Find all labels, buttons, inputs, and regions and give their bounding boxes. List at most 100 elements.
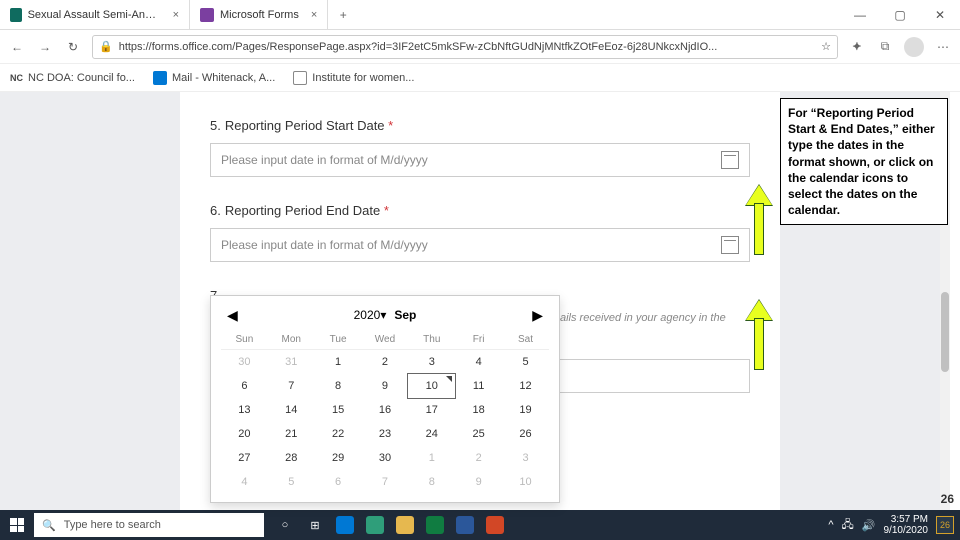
notification-center[interactable]: 26 — [936, 516, 954, 534]
tab-1[interactable]: Sexual Assault Semi-Annual Stat × — [0, 0, 190, 29]
calendar-day[interactable]: 30 — [221, 350, 268, 375]
calendar-day[interactable]: 10 — [408, 374, 455, 398]
calendar-day[interactable]: 28 — [268, 446, 315, 470]
dow-header: Fri — [455, 330, 502, 350]
bookmark-star-icon[interactable]: ☆ — [821, 40, 831, 53]
calendar-day[interactable]: 30 — [362, 446, 409, 470]
taskbar-search[interactable]: 🔍 Type here to search — [34, 513, 264, 537]
favorites-button[interactable]: ⯌ — [848, 39, 866, 54]
tab-close-icon[interactable]: × — [173, 9, 179, 21]
calendar-day[interactable]: 17 — [408, 398, 455, 422]
partial-text: ails received in your agency in the — [560, 312, 726, 324]
task-view-button[interactable]: ⊞ — [300, 510, 330, 540]
calendar-day[interactable]: 9 — [455, 470, 502, 494]
calendar-day[interactable]: 25 — [455, 422, 502, 446]
calendar-day[interactable]: 18 — [455, 398, 502, 422]
cortana-button[interactable]: ○ — [270, 510, 300, 540]
profile-avatar[interactable] — [904, 37, 924, 57]
outlook-icon — [336, 516, 354, 534]
taskbar-app-word[interactable] — [450, 510, 480, 540]
taskbar-app-edge[interactable] — [360, 510, 390, 540]
calendar-day[interactable]: 10 — [502, 470, 549, 494]
calendar-day[interactable]: 9 — [362, 374, 409, 398]
calendar-day[interactable]: 3 — [408, 350, 455, 375]
reload-button[interactable]: ↻ — [64, 40, 82, 54]
maximize-button[interactable]: ▢ — [880, 0, 920, 29]
bookmark-item[interactable]: Mail - Whitenack, A... — [153, 71, 275, 85]
tray-overflow-icon[interactable]: ^ — [828, 519, 833, 531]
close-window-button[interactable]: ✕ — [920, 0, 960, 29]
calendar-day[interactable]: 29 — [315, 446, 362, 470]
tab-2[interactable]: Microsoft Forms × — [190, 0, 328, 29]
calendar-day[interactable]: 27 — [221, 446, 268, 470]
question-text: Reporting Period Start Date — [225, 118, 385, 133]
calendar-day[interactable]: 26 — [502, 422, 549, 446]
forward-button[interactable]: → — [36, 40, 54, 54]
calendar-day[interactable]: 7 — [268, 374, 315, 398]
calendar-day[interactable]: 12 — [502, 374, 549, 398]
calendar-day[interactable]: 22 — [315, 422, 362, 446]
calendar-icon[interactable] — [721, 151, 739, 169]
calendar-day[interactable]: 20 — [221, 422, 268, 446]
clock[interactable]: 3:57 PM 9/10/2020 — [884, 514, 929, 536]
calendar-day[interactable]: 14 — [268, 398, 315, 422]
start-button[interactable] — [0, 518, 34, 532]
calendar-day[interactable]: 1 — [315, 350, 362, 375]
question-text: Reporting Period End Date — [225, 203, 380, 218]
start-date-input[interactable] — [221, 153, 721, 167]
calendar-day[interactable]: 23 — [362, 422, 409, 446]
bookmark-item[interactable]: Institute for women... — [293, 71, 414, 85]
calendar-day[interactable]: 19 — [502, 398, 549, 422]
edge-icon — [366, 516, 384, 534]
calendar-day[interactable]: 13 — [221, 398, 268, 422]
calendar-icon[interactable] — [721, 236, 739, 254]
calendar-day[interactable]: 3 — [502, 446, 549, 470]
bookmark-item[interactable]: NC NC DOA: Council fo... — [10, 72, 135, 84]
calendar-day[interactable]: 1 — [408, 446, 455, 470]
prev-month-button[interactable]: ◀ — [227, 307, 238, 324]
tab-favicon — [10, 8, 22, 22]
more-menu-button[interactable]: ⋯ — [934, 40, 952, 54]
scrollbar-thumb[interactable] — [941, 292, 949, 372]
dow-header: Mon — [268, 330, 315, 350]
taskbar-app-explorer[interactable] — [390, 510, 420, 540]
back-button[interactable]: ← — [8, 40, 26, 54]
new-tab-button[interactable]: + — [328, 0, 358, 29]
calendar-day[interactable]: 6 — [315, 470, 362, 494]
taskbar-app-excel[interactable] — [420, 510, 450, 540]
tab-close-icon[interactable]: × — [311, 9, 317, 21]
calendar-day[interactable]: 24 — [408, 422, 455, 446]
year-select[interactable]: 2020 ▾ — [354, 308, 387, 322]
calendar-day[interactable]: 21 — [268, 422, 315, 446]
minimize-button[interactable]: — — [840, 0, 880, 29]
calendar-day[interactable]: 2 — [455, 446, 502, 470]
calendar-day[interactable]: 11 — [455, 374, 502, 398]
network-icon[interactable]: 🖧 — [842, 516, 854, 535]
taskbar-app-outlook[interactable] — [330, 510, 360, 540]
calendar-day[interactable]: 8 — [408, 470, 455, 494]
collections-button[interactable]: ⧉ — [876, 39, 894, 54]
calendar-day[interactable]: 2 — [362, 350, 409, 375]
calendar-day[interactable]: 4 — [221, 470, 268, 494]
bookmark-label: NC DOA: Council fo... — [28, 72, 135, 84]
calendar-day[interactable]: 31 — [268, 350, 315, 375]
address-bar: ← → ↻ 🔒 https://forms.office.com/Pages/R… — [0, 30, 960, 64]
next-month-button[interactable]: ▶ — [532, 307, 543, 324]
calendar-day[interactable]: 4 — [455, 350, 502, 375]
volume-icon[interactable]: 🔊 — [862, 519, 876, 532]
calendar-day[interactable]: 16 — [362, 398, 409, 422]
url-input[interactable]: 🔒 https://forms.office.com/Pages/Respons… — [92, 35, 838, 59]
calendar-day[interactable]: 6 — [221, 374, 268, 398]
calendar-day[interactable]: 15 — [315, 398, 362, 422]
end-date-input[interactable] — [221, 238, 721, 252]
calendar-day[interactable]: 8 — [315, 374, 362, 398]
month-label[interactable]: Sep — [394, 308, 416, 322]
annotation-arrow — [750, 300, 768, 370]
date-picker-header: ◀ 2020 ▾ Sep ▶ — [221, 304, 549, 330]
calendar-day[interactable]: 5 — [268, 470, 315, 494]
taskbar-app-powerpoint[interactable] — [480, 510, 510, 540]
calendar-day[interactable]: 5 — [502, 350, 549, 375]
url-text: https://forms.office.com/Pages/ResponseP… — [119, 41, 815, 53]
question-label: 6.Reporting Period End Date * — [210, 203, 750, 218]
calendar-day[interactable]: 7 — [362, 470, 409, 494]
